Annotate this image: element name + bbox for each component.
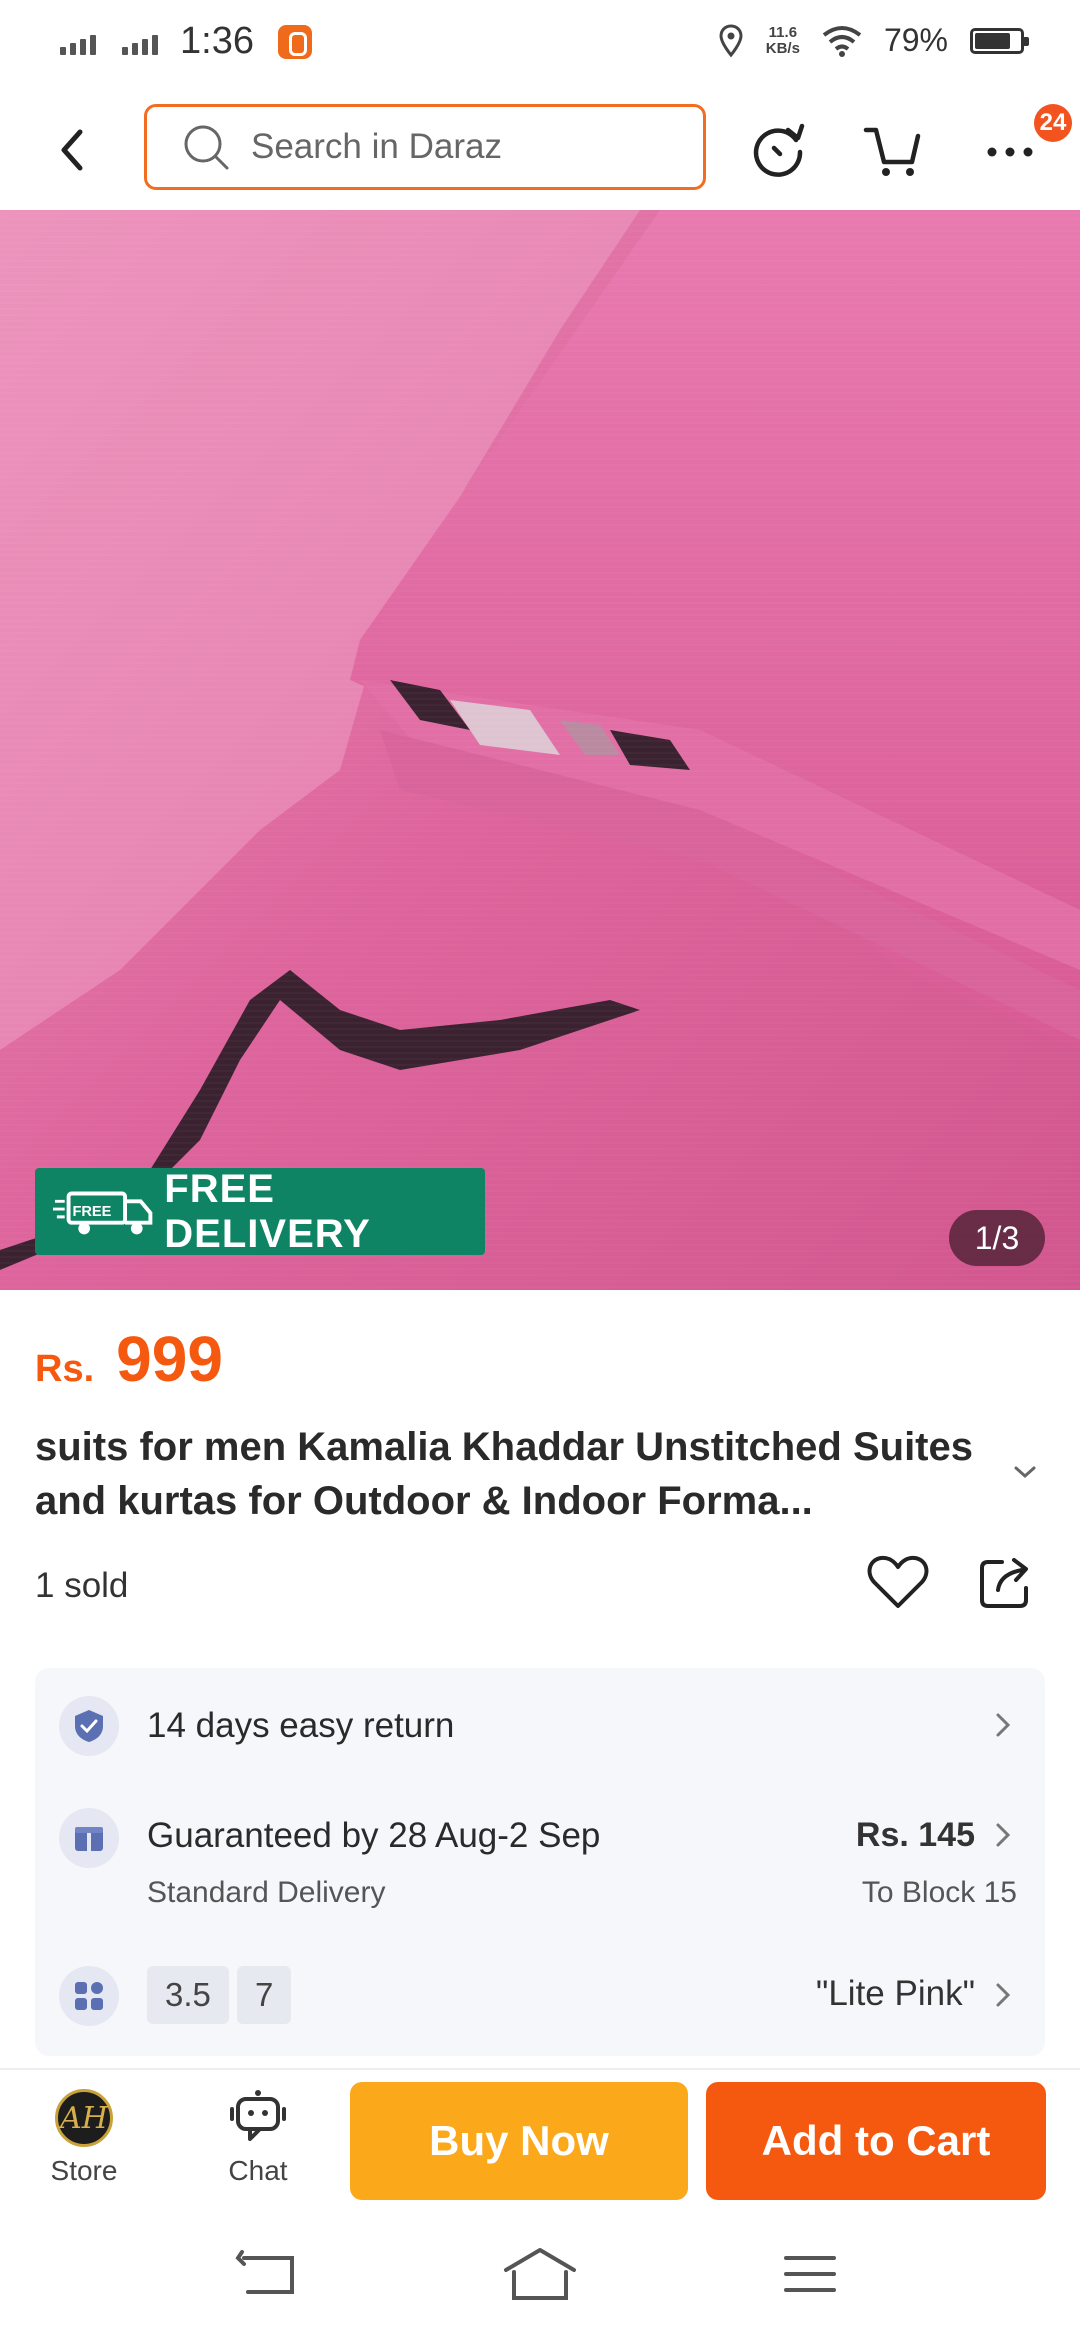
delivery-info-card: 14 days easy return Guaranteed by 28 Aug… [35,1668,1045,2056]
history-icon[interactable] [746,118,810,182]
status-bar: 1:36 11.6 KB/s 79% [0,0,1080,86]
system-navigation-bar [0,2210,1080,2340]
signal-icon [60,29,96,55]
back-nav-icon[interactable] [230,2244,310,2304]
delivery-guarantee-text[interactable]: Guaranteed by 28 Aug-2 Sep [147,1816,600,1856]
chevron-right-icon[interactable] [995,1982,1011,2008]
variants-grid-icon [59,1966,119,2026]
buy-now-button[interactable]: Buy Now [350,2082,688,2200]
chat-button[interactable]: Chat [188,2070,328,2206]
product-image-carousel[interactable]: FREE FREE DELIVERY 1/3 [0,210,1080,1290]
share-icon[interactable] [976,1552,1036,1612]
bottom-action-bar: AH Store Chat Buy Now Add to Cart [0,2068,1080,2204]
free-icon-label: FREE [72,1203,111,1219]
delivery-truck-icon: FREE [53,1191,153,1234]
store-label: Store [50,2155,118,2186]
more-options-icon[interactable] [978,118,1042,182]
shield-icon [59,1696,119,1756]
chevron-right-icon[interactable] [995,1822,1011,1848]
net-speed: 11.6 KB/s [765,23,800,57]
variant-chip[interactable]: 7 [237,1966,292,2024]
image-pager-indicator: 1/3 [949,1210,1045,1266]
product-image [0,210,1080,1290]
store-button[interactable]: AH Store [14,2070,154,2206]
wifi-icon [822,25,862,57]
home-nav-icon[interactable] [500,2244,580,2304]
chevron-right-icon[interactable] [995,1712,1011,1738]
menu-nav-icon[interactable] [770,2244,850,2304]
add-to-cart-button[interactable]: Add to Cart [706,2082,1046,2200]
chat-label: Chat [228,2155,288,2186]
return-policy-text[interactable]: 14 days easy return [147,1706,454,1746]
top-header: Search in Daraz 24 [0,86,1080,210]
free-delivery-label: FREE DELIVERY [164,1166,371,1256]
battery-percent: 79% [883,22,948,58]
signal-icon [122,29,158,55]
chevron-down-icon[interactable] [1010,1462,1040,1482]
variant-chip[interactable]: 3.5 [147,1966,229,2024]
back-arrow-icon[interactable] [48,120,98,180]
free-delivery-badge: FREE FREE DELIVERY [35,1166,485,1256]
location-icon [719,23,743,57]
shipping-destination: To Block 15 [861,1876,1017,1909]
product-title[interactable]: suits for men Kamalia Khaddar Unstitched… [35,1420,1015,1528]
price-amount: 999 [116,1323,223,1395]
sold-count: 1 sold [35,1566,129,1605]
search-placeholder: Search in Daraz [251,127,502,166]
selected-color[interactable]: "Lite Pink" [816,1974,975,2014]
notification-app-icon [277,24,312,59]
shipping-fee: Rs. 145 [855,1816,975,1854]
chat-bot-icon [230,2090,286,2141]
battery-icon [970,27,1029,54]
package-icon [59,1808,119,1868]
search-icon [184,125,229,170]
search-input[interactable]: Search in Daraz [144,104,706,190]
cart-icon[interactable] [862,118,926,182]
more-badge: 24 [1034,104,1072,142]
delivery-type-text: Standard Delivery [147,1876,386,1909]
wishlist-heart-icon[interactable] [866,1552,930,1612]
store-logo: AH [55,2089,113,2147]
clock: 1:36 [180,20,254,62]
product-price: Rs. 999 [35,1322,223,1396]
price-currency: Rs. [35,1348,95,1390]
